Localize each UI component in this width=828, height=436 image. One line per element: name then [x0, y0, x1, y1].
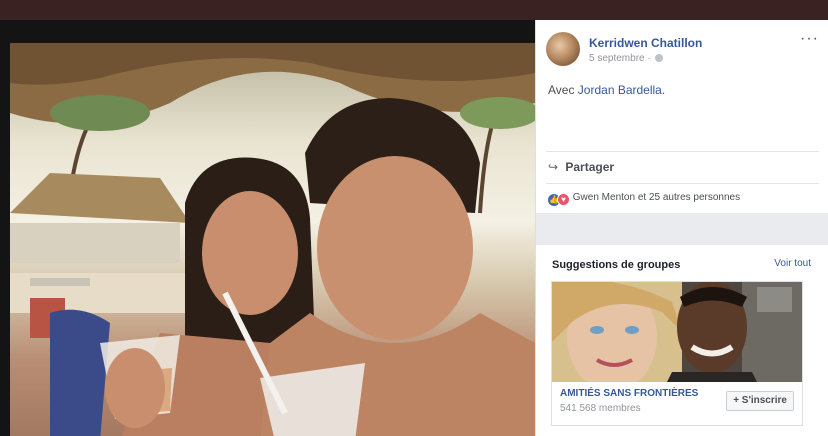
tagged-line: Avec Jordan Bardella.	[548, 83, 665, 97]
group-suggestions-card: Suggestions de groupes Voir tout AMITIÉS…	[544, 250, 819, 428]
top-bar	[0, 0, 828, 20]
photo-viewer[interactable]	[0, 20, 535, 436]
post-photo[interactable]	[10, 43, 535, 436]
share-button[interactable]: ↪ Partager	[548, 160, 614, 174]
tagged-suffix: .	[661, 83, 666, 97]
with-prefix: Avec	[548, 83, 578, 97]
suggestions-title: Suggestions de groupes	[552, 259, 681, 271]
post-header: Kerridwen Chatillon 5 septembre · ···	[546, 31, 819, 68]
share-label: Partager	[565, 160, 615, 174]
see-all-link[interactable]: Voir tout	[774, 258, 811, 269]
group-cover-image[interactable]	[552, 282, 802, 382]
group-cover-illustration	[552, 282, 802, 382]
reactions-text[interactable]: Gwen Menton et 25 autres personnes	[573, 192, 740, 203]
group-member-count: 541 568 membres	[560, 403, 641, 414]
tagged-person-link[interactable]: Jordan Bardella	[578, 83, 662, 97]
divider	[546, 151, 819, 152]
divider	[546, 183, 819, 184]
group-suggestion[interactable]: AMITIÉS SANS FRONTIÈRES 541 568 membres …	[551, 281, 803, 426]
more-options-icon[interactable]: ···	[800, 31, 819, 47]
author-avatar[interactable]	[546, 32, 580, 66]
post-date-text[interactable]: 5 septembre ·	[589, 53, 651, 64]
join-group-button[interactable]: + S'inscrire	[726, 391, 794, 411]
post-date[interactable]: 5 septembre ·	[589, 53, 664, 64]
reactions-summary[interactable]: 👍 ♥ Gwen Menton et 25 autres personnes	[548, 192, 740, 206]
photo-illustration	[10, 43, 535, 436]
globe-icon	[655, 54, 664, 62]
section-gap	[536, 213, 828, 245]
author-name[interactable]: Kerridwen Chatillon	[589, 36, 702, 50]
group-name[interactable]: AMITIÉS SANS FRONTIÈRES	[560, 388, 698, 399]
share-icon: ↪	[548, 160, 559, 174]
love-icon: ♥	[557, 193, 570, 206]
post-side-panel: Kerridwen Chatillon 5 septembre · ··· Av…	[535, 20, 828, 436]
